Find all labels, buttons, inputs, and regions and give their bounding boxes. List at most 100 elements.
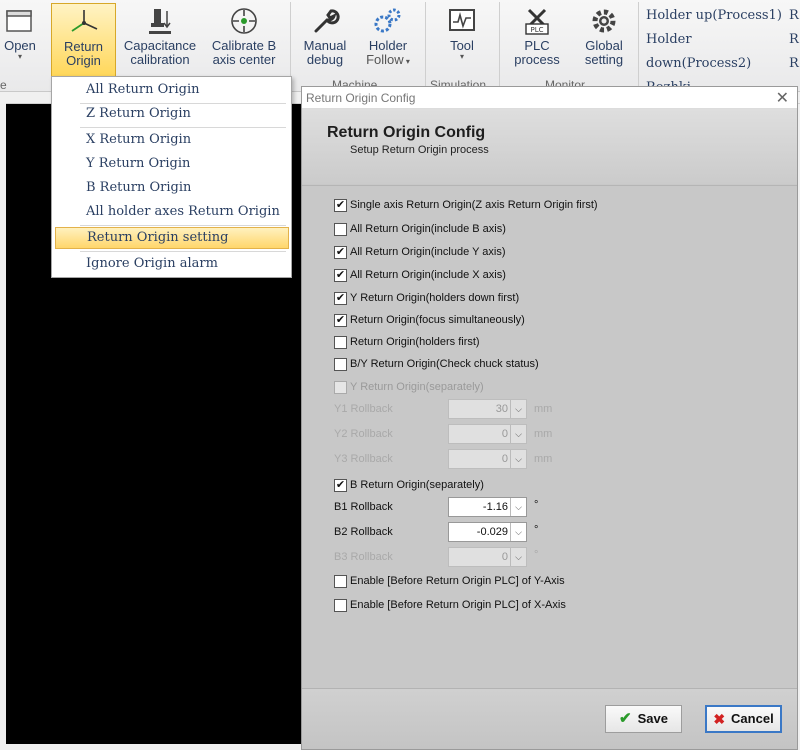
check-all-include-y[interactable]: ✔ All Return Origin(include Y axis) <box>334 243 506 261</box>
menu-item-b-return-origin[interactable]: B Return Origin <box>55 177 289 199</box>
check-y-holders-down[interactable]: ✔ Y Return Origin(holders down first) <box>334 289 519 307</box>
checkbox[interactable] <box>334 335 347 349</box>
open-button[interactable]: Open ▾ <box>0 3 40 77</box>
check-b-separately[interactable]: ✔ B Return Origin(separately) <box>334 476 484 494</box>
menu-separator <box>80 251 286 252</box>
return-origin-button[interactable]: Return Origin <box>51 3 116 77</box>
save-button[interactable]: ✔ Save <box>605 705 682 733</box>
tool-button[interactable]: Tool ▾ <box>432 3 492 77</box>
checkbox[interactable]: ✔ <box>334 478 347 492</box>
plc-icon: PLC <box>506 3 568 39</box>
cancel-x-icon: ✖ <box>713 711 726 727</box>
crosshair-icon <box>205 3 283 39</box>
return-origin-label-2: Origin <box>66 53 101 68</box>
checkbox[interactable] <box>334 222 347 236</box>
cut-item[interactable]: R <box>789 4 800 28</box>
checkbox[interactable]: ✔ <box>334 313 347 327</box>
holder-up-process-link[interactable]: Holder up(Process1) <box>646 4 800 28</box>
check-label: All Return Origin(include Y axis) <box>350 246 506 258</box>
gear-icon <box>575 3 633 39</box>
dialog-header: Return Origin Config Setup Return Origin… <box>302 109 797 184</box>
check-label: All Return Origin(include B axis) <box>350 223 506 235</box>
b3-unit: ° <box>534 549 539 561</box>
checkbox[interactable]: ✔ <box>334 268 347 282</box>
y1-rollback-input: 30 ⌵ <box>448 399 527 419</box>
ribbon-separator <box>638 2 639 88</box>
global-setting-button[interactable]: Global setting <box>575 3 633 77</box>
ribbon-separator <box>425 2 426 88</box>
y1-value: 30 <box>495 403 508 415</box>
menu-item-y-return-origin[interactable]: Y Return Origin <box>55 153 289 175</box>
checkmark-icon: ✔ <box>619 710 632 727</box>
b1-rollback-input[interactable]: -1.16 ⌵ <box>448 497 527 517</box>
checkbox[interactable] <box>334 598 347 612</box>
y3-rollback-input: 0 ⌵ <box>448 449 527 469</box>
checkbox[interactable]: ✔ <box>334 198 347 212</box>
menu-item-all-holder-axes[interactable]: All holder axes Return Origin <box>55 201 289 223</box>
b3-rollback-label: B3 Rollback <box>334 551 393 563</box>
menu-separator <box>80 225 286 226</box>
checkbox[interactable] <box>334 357 347 371</box>
checkbox[interactable]: ✔ <box>334 291 347 305</box>
holder-follow-label-1: Holder <box>368 38 408 53</box>
chevron-down-icon: ▾ <box>17 52 22 61</box>
b3-value: 0 <box>501 551 508 563</box>
group-label: e <box>0 78 7 90</box>
dialog-subheading: Setup Return Origin process <box>350 144 489 156</box>
menu-item-return-origin-setting[interactable]: Return Origin setting <box>55 227 289 249</box>
cut-item[interactable]: R <box>789 28 800 52</box>
chevron-down-icon: ⌵ <box>510 548 526 566</box>
check-label: B/Y Return Origin(Check chuck status) <box>350 358 539 370</box>
check-by-chuck-status[interactable]: B/Y Return Origin(Check chuck status) <box>334 355 539 373</box>
return-origin-menu: All Return Origin Z Return Origin X Retu… <box>51 76 292 278</box>
holder-follow-button[interactable]: Holder Follow ▾ <box>360 3 416 77</box>
check-plc-y-axis[interactable]: Enable [Before Return Origin PLC] of Y-A… <box>334 572 565 590</box>
check-all-include-x[interactable]: ✔ All Return Origin(include X axis) <box>334 266 506 284</box>
axes-icon <box>52 4 115 40</box>
calibrate-b-label-1: Calibrate B <box>211 38 277 53</box>
check-label: Single axis Return Origin(Z axis Return … <box>350 199 598 211</box>
dialog-window-title: Return Origin Config <box>306 91 416 105</box>
ribbon-separator <box>499 2 500 88</box>
cancel-label: Cancel <box>731 711 774 726</box>
capacitance-calibration-button[interactable]: Capacitance calibration <box>121 3 199 77</box>
checkbox <box>334 380 347 394</box>
checkbox[interactable]: ✔ <box>334 245 347 259</box>
plc-label-2: process <box>514 52 560 67</box>
check-focus-simultaneously[interactable]: ✔ Return Origin(focus simultaneously) <box>334 311 525 329</box>
check-plc-x-axis[interactable]: Enable [Before Return Origin PLC] of X-A… <box>334 596 566 614</box>
chevron-down-icon[interactable]: ⌵ <box>510 523 526 541</box>
y2-value: 0 <box>501 428 508 440</box>
b3-rollback-input: 0 ⌵ <box>448 547 527 567</box>
chevron-down-icon[interactable]: ⌵ <box>510 498 526 516</box>
manual-debug-button[interactable]: Manual debug <box>297 3 353 77</box>
check-holders-first[interactable]: Return Origin(holders first) <box>334 333 480 351</box>
capacitance-icon <box>121 3 199 39</box>
holder-down-process-link[interactable]: Holder down(Process2) <box>646 28 800 76</box>
manual-debug-label-2: debug <box>306 52 344 67</box>
b2-rollback-input[interactable]: -0.029 ⌵ <box>448 522 527 542</box>
process-list-cut: R R R <box>789 4 800 76</box>
cut-item[interactable]: R <box>789 52 800 76</box>
dialog-titlebar[interactable]: Return Origin Config ✕ <box>302 87 797 109</box>
check-single-axis[interactable]: ✔ Single axis Return Origin(Z axis Return… <box>334 196 598 214</box>
b2-rollback-label: B2 Rollback <box>334 526 393 538</box>
svg-text:PLC: PLC <box>530 26 543 34</box>
plc-process-button[interactable]: PLC PLC process <box>506 3 568 77</box>
menu-item-z-return-origin[interactable]: Z Return Origin <box>55 103 289 125</box>
check-label: Return Origin(focus simultaneously) <box>350 314 525 326</box>
holder-follow-label-2: Follow <box>366 52 404 67</box>
menu-item-ignore-origin-alarm[interactable]: Ignore Origin alarm <box>55 253 289 275</box>
menu-item-all-return-origin[interactable]: All Return Origin <box>55 79 289 101</box>
menu-item-x-return-origin[interactable]: X Return Origin <box>55 129 289 151</box>
cancel-button[interactable]: ✖ Cancel <box>705 705 782 733</box>
close-icon[interactable]: ✕ <box>776 88 789 110</box>
folder-icon <box>0 3 40 39</box>
b2-unit: ° <box>534 524 539 536</box>
calibrate-b-axis-button[interactable]: Calibrate B axis center <box>205 3 283 77</box>
check-all-include-b[interactable]: All Return Origin(include B axis) <box>334 220 506 238</box>
checkbox[interactable] <box>334 574 347 588</box>
manual-debug-label-1: Manual <box>303 38 347 53</box>
return-origin-label-1: Return <box>63 39 104 54</box>
return-origin-config-dialog: Return Origin Config ✕ Return Origin Con… <box>301 86 798 750</box>
